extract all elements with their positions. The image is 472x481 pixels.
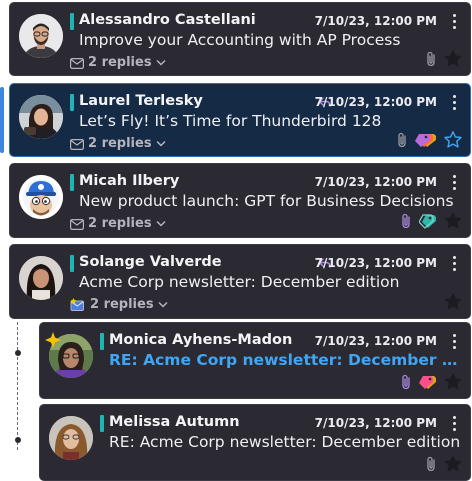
avatar [19,256,63,300]
star-icon[interactable] [444,212,462,229]
sender-name: Laurel Terlesky [79,93,203,109]
replies-count: 2 replies [90,297,154,312]
tag-color-bar [100,415,104,432]
message-subject: Acme Corp newsletter: December edition [79,273,400,291]
thread-replies-toggle[interactable]: 2 replies [70,216,166,231]
star-icon[interactable] [444,455,462,472]
chevron-down-icon [156,59,166,66]
more-options-button[interactable] [450,12,458,30]
chevron-down-icon [156,220,166,227]
thread-dot [15,437,21,443]
thread-replies-toggle[interactable]: 2 replies [70,136,166,151]
more-options-button[interactable] [450,332,458,350]
thread-child-card[interactable]: Monica Ayhens-Madon 7/10/23, 12:00 PM RE… [39,322,471,399]
tag-icon [419,375,436,389]
avatar [49,416,93,460]
avatar [19,14,63,58]
message-card[interactable]: Alessandro Castellani 7/10/23, 12:00 PM … [9,2,471,76]
star-icon[interactable] [444,50,462,67]
more-options-button[interactable] [450,173,458,191]
sender-name: Monica Ayhens-Madon [109,332,293,348]
attachment-icon [402,213,410,228]
more-options-button[interactable] [450,254,458,272]
tag-color-bar [100,333,104,350]
thread-connector-line [17,322,18,450]
star-icon[interactable] [444,131,462,148]
new-replies-icon [70,297,84,311]
message-card-selected[interactable]: Laurel Terlesky 7/10/23, 12:00 PM Let’s … [9,83,471,157]
message-list: Alessandro Castellani 7/10/23, 12:00 PM … [0,0,472,481]
sender-name: Micah Ilbery [79,173,180,189]
message-date: 7/10/23, 12:00 PM [314,416,437,430]
multi-tag-icon [415,133,436,147]
tag-color-bar [70,174,74,191]
message-date: 7/10/23, 12:00 PM [314,14,437,28]
message-card[interactable]: Micah Ilbery 7/10/23, 12:00 PM New produ… [9,163,471,238]
more-options-button[interactable] [450,414,458,432]
selection-indicator [0,87,4,153]
thread-replies-toggle[interactable]: 2 replies [70,55,166,70]
tag-icon [419,213,436,229]
message-subject: New product launch: GPT for Business Dec… [79,192,454,210]
attachment-icon [427,456,435,471]
message-subject: Let’s Fly! It’s Time for Thunderbird 128 [79,112,382,130]
message-subject: RE: Acme Corp newsletter: December editi… [109,351,461,369]
more-options-button[interactable] [450,93,458,111]
message-date: 7/10/23, 12:00 PM [314,334,437,348]
thread-dot [15,350,21,356]
star-icon[interactable] [444,373,462,390]
thread-replies-toggle[interactable]: 2 replies [70,297,168,312]
new-message-star-icon [45,332,61,348]
avatar [19,175,63,219]
message-date: 7/10/23, 12:00 PM [314,256,437,270]
tag-color-bar [70,255,74,272]
thread-icon [70,138,84,150]
thread-child-card[interactable]: Melissa Autumn 7/10/23, 12:00 PM RE: Acm… [39,404,471,481]
tag-color-bar [70,13,74,30]
replies-count: 2 replies [88,216,152,231]
attachment-icon [398,132,406,147]
message-card[interactable]: Solange Valverde 7/10/23, 12:00 PM Acme … [9,244,471,319]
tag-color-bar [70,94,74,111]
message-subject: RE: Acme Corp newsletter: December editi… [109,433,461,451]
star-icon[interactable] [444,293,462,310]
sender-name: Melissa Autumn [109,414,240,430]
chevron-down-icon [156,140,166,147]
sender-name: Alessandro Castellani [79,12,256,28]
replies-count: 2 replies [88,55,152,70]
attachment-icon [402,374,410,389]
avatar [19,95,63,139]
thread-icon [70,57,84,69]
replies-count: 2 replies [88,136,152,151]
message-subject: Improve your Accounting with AP Process [79,31,401,49]
attachment-icon [427,51,435,66]
sender-name: Solange Valverde [79,254,222,270]
message-date: 7/10/23, 12:00 PM [314,95,437,109]
message-date: 7/10/23, 12:00 PM [314,175,437,189]
thread-icon [70,218,84,230]
chevron-down-icon [158,301,168,308]
